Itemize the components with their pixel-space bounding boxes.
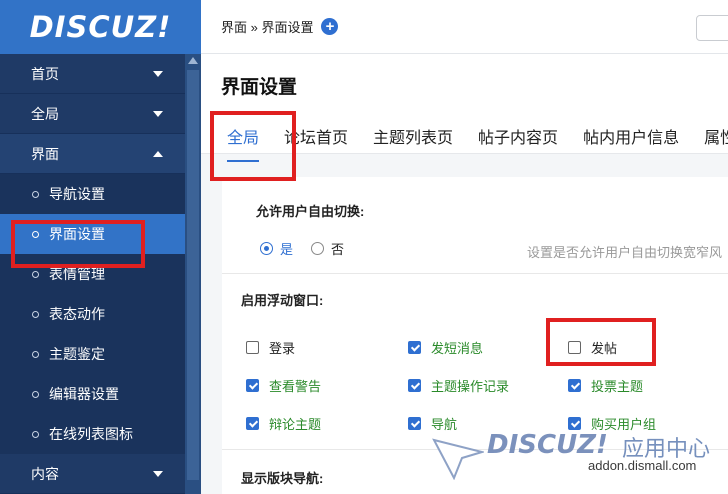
watermark: DISCUZ! 应用中心 addon.dismall.com <box>430 428 728 494</box>
sidebar-item-label: 主题鉴定 <box>49 346 105 362</box>
checkbox-label: 辩论主题 <box>269 417 322 432</box>
sidebar-submenu: 导航设置 界面设置 表情管理 表态动作 主题鉴定 编辑器设置 在线列表图标 <box>0 174 185 454</box>
sidebar-item-editor[interactable]: 编辑器设置 <box>0 374 185 414</box>
checkbox-unchecked-icon[interactable] <box>246 341 259 354</box>
sidebar-item-label: 表态动作 <box>49 306 105 322</box>
sidebar-group-label: 全局 <box>31 105 59 122</box>
bullet-icon <box>32 190 39 198</box>
logo-bar: DISCUZ! <box>0 0 201 54</box>
radio-no[interactable]: 否 <box>311 239 344 258</box>
highlight-box-tab <box>210 111 296 181</box>
sidebar-nav: 首页 全局 界面 导航设置 界面设置 表情管理 表态动作 主题鉴定 编辑器设置 … <box>0 54 185 494</box>
sidebar-group-content[interactable]: 内容 <box>0 454 185 494</box>
bullet-icon <box>32 390 39 398</box>
checkbox-checked-icon[interactable] <box>568 379 581 392</box>
checkbox-checked-icon[interactable] <box>408 417 421 430</box>
bullet-icon <box>32 430 39 438</box>
divider <box>222 273 728 274</box>
radio-unselected-icon[interactable] <box>311 242 324 255</box>
checkbox-label: 查看警告 <box>269 379 322 394</box>
watermark-url: addon.dismall.com <box>588 458 697 473</box>
sidebar-group-global[interactable]: 全局 <box>0 94 185 134</box>
watermark-logo: DISCUZ! <box>487 430 608 460</box>
sidebar-group-label: 首页 <box>31 65 59 82</box>
tab-bar: 全局 论坛首页 主题列表页 帖子内容页 帖内用户信息 属性 <box>227 124 728 162</box>
search-input[interactable] <box>696 15 728 41</box>
tab-attributes[interactable]: 属性 <box>704 124 728 162</box>
sidebar-item-label: 在线列表图标 <box>49 426 133 442</box>
tab-thread-list[interactable]: 主题列表页 <box>373 124 453 162</box>
sidebar-group-home[interactable]: 首页 <box>0 54 185 94</box>
breadcrumb: 界面 » 界面设置 <box>221 20 314 35</box>
sidebar-item-stamps[interactable]: 主题鉴定 <box>0 334 185 374</box>
sidebar-item-online-icons[interactable]: 在线列表图标 <box>0 414 185 454</box>
bullet-icon <box>32 270 39 278</box>
sidebar-item-label: 编辑器设置 <box>49 386 119 402</box>
chevron-up-icon <box>153 150 163 157</box>
checkbox-checked-icon[interactable] <box>246 379 259 392</box>
highlight-box-sidebar <box>11 220 145 268</box>
page-title: 界面设置 <box>221 77 298 98</box>
checkbox-checked-icon[interactable] <box>246 417 259 430</box>
checkbox-view-warnings[interactable]: 查看警告 <box>246 376 321 395</box>
sidebar-item-clicks[interactable]: 表态动作 <box>0 294 185 334</box>
scroll-up-arrow-icon[interactable] <box>188 57 198 64</box>
radio-yes[interactable]: 是 <box>260 239 293 258</box>
checkbox-checked-icon[interactable] <box>408 341 421 354</box>
checkbox-label: 登录 <box>269 341 296 356</box>
sidebar-group-interface[interactable]: 界面 <box>0 134 185 174</box>
radio-no-label: 否 <box>331 242 345 257</box>
radio-selected-icon[interactable] <box>260 242 273 255</box>
checkbox-checked-icon[interactable] <box>408 379 421 392</box>
checkbox-send-pm[interactable]: 发短消息 <box>408 338 483 357</box>
checkbox-label: 发短消息 <box>431 341 484 356</box>
tab-post-content[interactable]: 帖子内容页 <box>478 124 558 162</box>
discuz-logo[interactable]: DISCUZ! <box>30 10 172 44</box>
cursor-arrow-icon <box>432 438 484 480</box>
chevron-down-icon <box>153 470 163 477</box>
sidebar-item-label: 导航设置 <box>49 186 105 202</box>
highlight-box-checkbox <box>546 318 656 366</box>
nav-section-title: 显示版块导航: <box>241 471 324 486</box>
switch-section-title: 允许用户自由切换: <box>256 204 365 219</box>
float-section-title: 启用浮动窗口: <box>241 293 324 308</box>
sidebar-group-label: 界面 <box>31 145 59 162</box>
scrollbar-thumb[interactable] <box>187 70 199 480</box>
switch-hint: 设置是否允许用户自由切换宽窄风 <box>527 245 723 260</box>
checkbox-thread-log[interactable]: 主题操作记录 <box>408 376 509 395</box>
checkbox-debate-thread[interactable]: 辩论主题 <box>246 414 321 433</box>
sidebar-group-label: 内容 <box>31 465 59 482</box>
bullet-icon <box>32 350 39 358</box>
chevron-down-icon <box>153 110 163 117</box>
checkbox-label: 主题操作记录 <box>431 379 510 394</box>
sidebar-item-nav-settings[interactable]: 导航设置 <box>0 174 185 214</box>
tab-post-user-info[interactable]: 帖内用户信息 <box>583 124 679 162</box>
add-shortcut-plus-icon[interactable]: + <box>321 18 339 35</box>
radio-yes-label: 是 <box>280 242 294 257</box>
bullet-icon <box>32 310 39 318</box>
checkbox-login[interactable]: 登录 <box>246 338 295 357</box>
checkbox-poll-thread[interactable]: 投票主题 <box>568 376 643 395</box>
chevron-down-icon <box>153 70 163 77</box>
sidebar-scrollbar[interactable] <box>185 54 201 494</box>
checkbox-label: 投票主题 <box>591 379 644 394</box>
top-header: 界面 » 界面设置 + <box>201 0 728 54</box>
